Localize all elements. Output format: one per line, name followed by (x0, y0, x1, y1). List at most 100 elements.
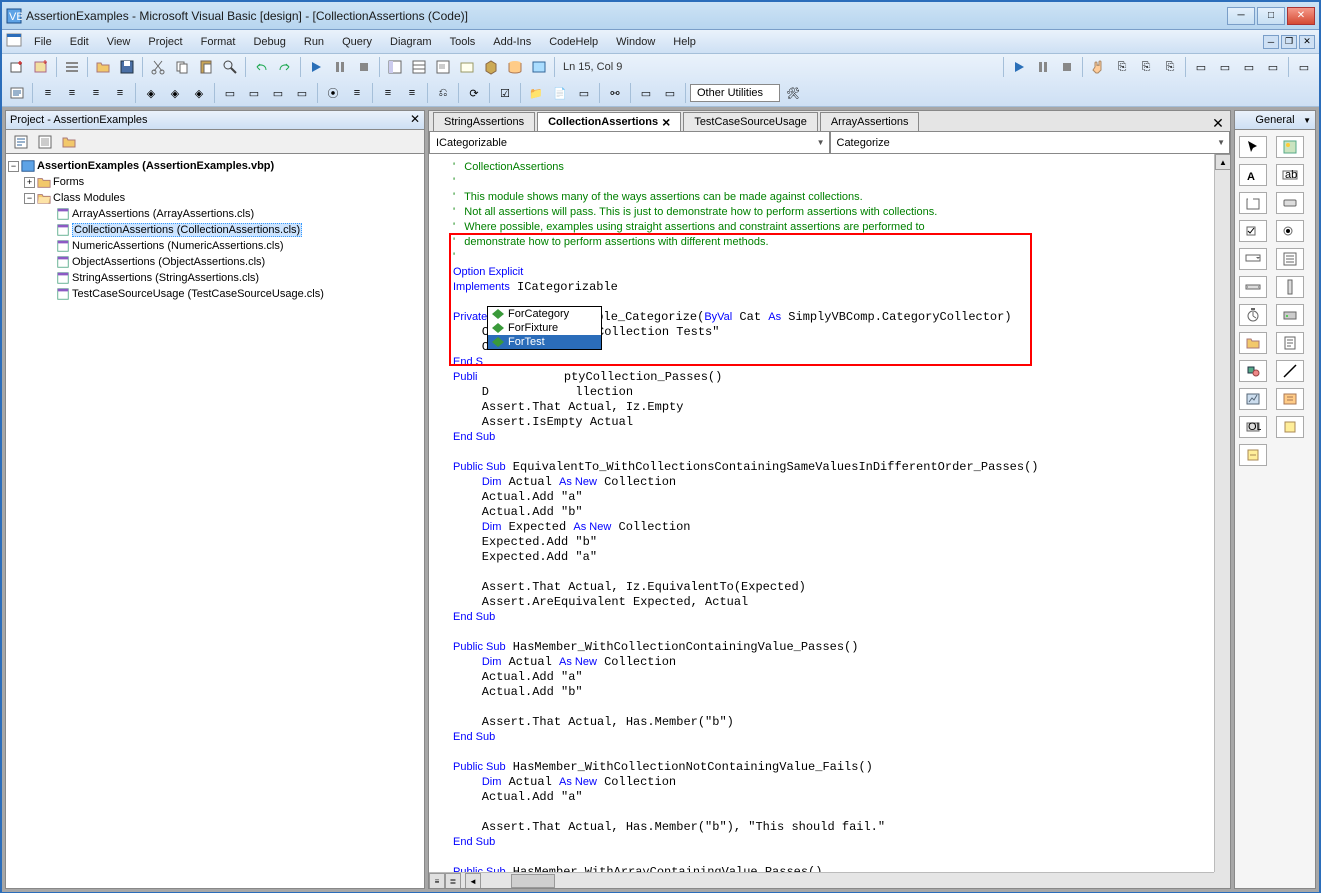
find-button[interactable] (219, 56, 241, 78)
scroll-left-icon[interactable]: ◄ (465, 873, 481, 889)
project-explorer-button[interactable] (384, 56, 406, 78)
hand-button[interactable] (1087, 56, 1109, 78)
timer-tool[interactable] (1239, 304, 1267, 326)
uncomment-button[interactable]: ≡ (401, 82, 423, 104)
lines-button[interactable]: ≡ (346, 82, 368, 104)
bookmark-button[interactable]: ◈ (140, 82, 162, 104)
frame-tool[interactable] (1239, 192, 1267, 214)
toggle-folders-button[interactable] (58, 131, 80, 153)
menu-help[interactable]: Help (665, 33, 704, 51)
tree-class-item[interactable]: ArrayAssertions (ArrayAssertions.cls) (40, 206, 422, 222)
folder-button[interactable]: 📁 (525, 82, 547, 104)
procedure-dropdown[interactable]: Categorize (830, 132, 1231, 154)
pointer-tool[interactable] (1239, 136, 1267, 158)
tree-toggle-icon[interactable]: + (24, 177, 35, 188)
checkbox-tool[interactable] (1239, 220, 1267, 242)
horizontal-scrollbar[interactable]: ≡ ≣ ◄ (429, 872, 1214, 888)
commandbutton-tool[interactable] (1276, 192, 1304, 214)
call-stack-button[interactable]: ▭ (1293, 56, 1315, 78)
vcm-button[interactable] (528, 56, 550, 78)
format-button[interactable]: ⎌ (432, 82, 454, 104)
intellisense-popup[interactable]: ForCategoryForFixtureForTest (487, 306, 602, 350)
intellisense-item[interactable]: ForFixture (488, 321, 601, 335)
combobox-tool[interactable] (1239, 248, 1267, 270)
list2-button[interactable]: ≡ (109, 82, 131, 104)
refresh-button[interactable]: ⟳ (463, 82, 485, 104)
immediate-button[interactable]: ▭ (1214, 56, 1236, 78)
outdent-button[interactable]: ≡ (61, 82, 83, 104)
view-object-button[interactable] (34, 131, 56, 153)
scroll-thumb[interactable] (511, 874, 555, 888)
shape-tool[interactable] (1239, 360, 1267, 382)
mdi-restore[interactable]: ❐ (1281, 35, 1297, 49)
filelistbox-tool[interactable] (1276, 332, 1304, 354)
menu-codehelp[interactable]: CodeHelp (541, 33, 606, 51)
tree-toggle-icon[interactable]: − (8, 161, 19, 172)
custom2-tool[interactable] (1239, 444, 1267, 466)
link-button[interactable]: ⚯ (604, 82, 626, 104)
project-panel-close[interactable]: ✕ (408, 113, 422, 127)
break-button[interactable] (329, 56, 351, 78)
menu-run[interactable]: Run (296, 33, 332, 51)
intellisense-item[interactable]: ForCategory (488, 307, 601, 321)
pause2-button[interactable] (1032, 56, 1054, 78)
tab-close-icon[interactable]: × (662, 117, 670, 127)
doc-button[interactable]: 📄 (549, 82, 571, 104)
tab-arrayassertions[interactable]: ArrayAssertions (820, 112, 920, 131)
menu-add-ins[interactable]: Add-Ins (485, 33, 539, 51)
stop2-button[interactable] (1056, 56, 1078, 78)
textbox-tool[interactable]: ab| (1276, 164, 1304, 186)
data-view-button[interactable] (504, 56, 526, 78)
optionbutton-tool[interactable] (1276, 220, 1304, 242)
listbox-tool[interactable] (1276, 248, 1304, 270)
comment-button[interactable]: ≡ (377, 82, 399, 104)
copy2-button[interactable]: ▭ (635, 82, 657, 104)
add-form-button[interactable] (30, 56, 52, 78)
properties-button[interactable] (408, 56, 430, 78)
cut-button[interactable] (147, 56, 169, 78)
intellisense-item[interactable]: ForTest (488, 335, 601, 349)
copy-button[interactable] (171, 56, 193, 78)
menu-file[interactable]: File (26, 33, 60, 51)
mdi-minimize[interactable]: ─ (1263, 35, 1279, 49)
stack-button[interactable]: ▭ (573, 82, 595, 104)
toolbox-button[interactable] (480, 56, 502, 78)
step-out-button[interactable]: ⎘ (1159, 56, 1181, 78)
dirlistbox-tool[interactable] (1239, 332, 1267, 354)
indent-button[interactable]: ≡ (37, 82, 59, 104)
tab3-button[interactable]: ▭ (267, 82, 289, 104)
tab-collectionassertions[interactable]: CollectionAssertions× (537, 112, 681, 131)
other-utilities-dropdown[interactable]: Other Utilities (690, 84, 780, 102)
tab-button[interactable]: ▭ (219, 82, 241, 104)
end-button[interactable] (353, 56, 375, 78)
vscrollbar-tool[interactable] (1276, 276, 1304, 298)
tab4-button[interactable]: ▭ (291, 82, 313, 104)
menu-tools[interactable]: Tools (442, 33, 484, 51)
line-tool[interactable] (1276, 360, 1304, 382)
close-button[interactable]: ✕ (1287, 7, 1315, 25)
close-all-tabs[interactable]: ✕ (1210, 115, 1226, 131)
menu-window[interactable]: Window (608, 33, 663, 51)
toolbox-header[interactable]: General (1234, 110, 1316, 130)
bullets-button[interactable]: ⦿ (322, 82, 344, 104)
step-into-button[interactable]: ⎘ (1111, 56, 1133, 78)
menu-project[interactable]: Project (140, 33, 190, 51)
start-button[interactable] (305, 56, 327, 78)
menu-debug[interactable]: Debug (245, 33, 293, 51)
view-full-button[interactable]: ≣ (445, 873, 461, 889)
form-layout-button[interactable] (432, 56, 454, 78)
scroll-up-icon[interactable]: ▲ (1215, 154, 1231, 170)
tree-class-modules[interactable]: − Class Modules (24, 190, 422, 206)
tab-testcasesourceusage[interactable]: TestCaseSourceUsage (683, 112, 818, 131)
vertical-scrollbar[interactable]: ▲ (1214, 154, 1230, 872)
tools-button[interactable]: 🛠 (782, 82, 804, 104)
step-over-button[interactable]: ⎘ (1135, 56, 1157, 78)
custom-tool[interactable] (1276, 416, 1304, 438)
checkbox-button[interactable]: ☑ (494, 82, 516, 104)
tree-class-item[interactable]: TestCaseSourceUsage (TestCaseSourceUsage… (40, 286, 422, 302)
mdi-close[interactable]: ✕ (1299, 35, 1315, 49)
locals-button[interactable]: ▭ (1190, 56, 1212, 78)
minimize-button[interactable]: ─ (1227, 7, 1255, 25)
menu-view[interactable]: View (99, 33, 139, 51)
view-code-button[interactable] (10, 131, 32, 153)
